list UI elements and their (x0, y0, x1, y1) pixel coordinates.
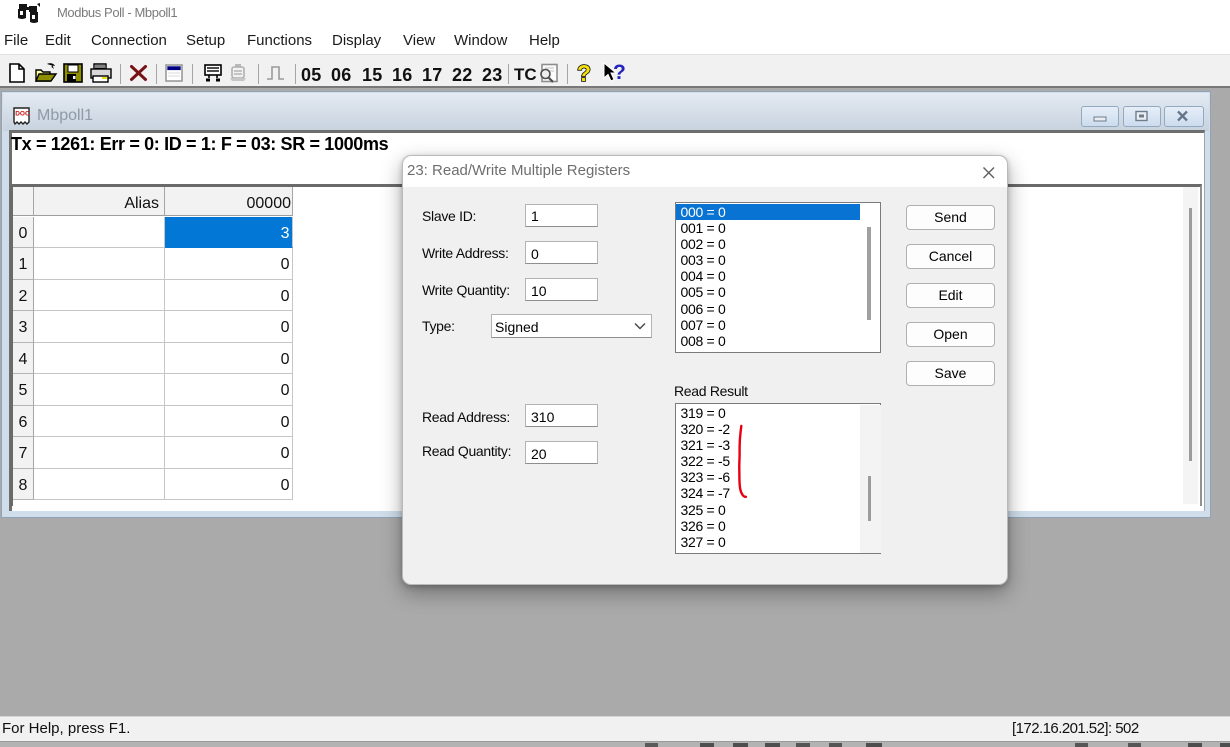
svg-text:?: ? (613, 61, 626, 84)
svg-text:DOC: DOC (15, 111, 30, 118)
svg-text:?: ? (577, 62, 591, 86)
